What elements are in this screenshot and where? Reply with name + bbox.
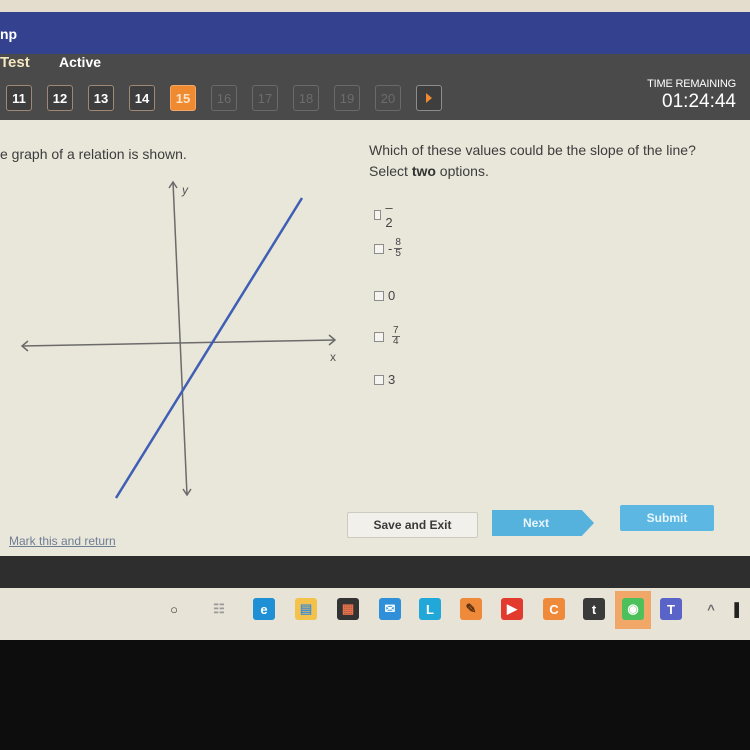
- submit-button[interactable]: Submit: [620, 505, 714, 531]
- x-axis-label: x: [330, 350, 336, 364]
- option-label: –2: [385, 200, 393, 230]
- prompt-prefix: Select: [369, 163, 412, 179]
- denominator: 5: [395, 248, 401, 259]
- option-3[interactable]: 3: [374, 372, 395, 387]
- question-navigator: 11 12 13 14 15 16 17 18 19 20: [6, 85, 457, 111]
- prompt-line-2: Select two options.: [369, 161, 696, 182]
- browser-top-strip: [0, 0, 750, 12]
- monitor-bezel: [0, 556, 750, 590]
- question-button[interactable]: 14: [129, 85, 155, 111]
- status-label: Active: [59, 54, 102, 70]
- next-button[interactable]: Next: [492, 510, 594, 536]
- checkbox[interactable]: [374, 290, 384, 301]
- brand-header: np: [0, 12, 750, 54]
- task-view-icon[interactable]: ☷: [208, 598, 230, 620]
- option-7-4[interactable]: 7 4: [374, 326, 400, 347]
- question-button[interactable]: 20: [375, 85, 401, 111]
- option-sign: -: [388, 241, 393, 256]
- prompt-suffix: options.: [435, 163, 489, 179]
- question-button[interactable]: 17: [252, 85, 278, 111]
- edge-icon[interactable]: e: [253, 598, 275, 620]
- tumblr-icon[interactable]: t: [583, 598, 605, 620]
- checkbox[interactable]: [374, 331, 384, 342]
- timer-value: 01:24:44: [662, 91, 736, 112]
- prompt-bold: two: [411, 163, 436, 179]
- checkbox[interactable]: [374, 374, 384, 385]
- time-remaining: TIME REMAINING 01:24:44: [647, 78, 736, 113]
- mark-and-return-link[interactable]: Mark this and return: [9, 534, 116, 548]
- question-stem: e graph of a relation is shown.: [0, 146, 187, 162]
- option-fraction: 8 5: [394, 238, 402, 259]
- tray-chevron-up-icon[interactable]: ^: [700, 598, 722, 620]
- question-button[interactable]: 19: [334, 85, 360, 111]
- checkbox[interactable]: [374, 210, 382, 220]
- question-button[interactable]: 16: [211, 85, 237, 111]
- question-button[interactable]: 13: [88, 85, 114, 111]
- y-axis-label: y: [181, 183, 189, 197]
- option-neg-2[interactable]: –2: [374, 200, 395, 230]
- relation-line: [114, 197, 304, 499]
- option-neg-8-5[interactable]: - 8 5: [374, 238, 402, 259]
- teams-icon[interactable]: T: [660, 598, 682, 620]
- crunchyroll-icon[interactable]: C: [543, 598, 565, 620]
- desk-background: [0, 640, 750, 750]
- prompt-line-1: Which of these values could be the slope…: [369, 142, 696, 158]
- spotify-icon[interactable]: ◉: [622, 598, 644, 620]
- next-questions-button[interactable]: [416, 85, 442, 111]
- save-and-exit-button[interactable]: Save and Exit: [347, 512, 478, 538]
- app-title: np: [0, 26, 18, 42]
- y-axis: [172, 181, 188, 496]
- cortana-icon[interactable]: ○: [163, 598, 185, 620]
- test-nav-bar: Test Active 11 12 13 14 15 16 17 18 19 2…: [0, 54, 750, 120]
- question-prompt: Which of these values could be the slope…: [369, 140, 696, 182]
- test-label: Test: [0, 54, 30, 71]
- mail-icon[interactable]: ✉: [379, 598, 401, 620]
- question-button-current[interactable]: 15: [170, 85, 196, 111]
- option-label: 0: [388, 288, 396, 303]
- option-fraction: 7 4: [392, 326, 400, 347]
- file-explorer-icon[interactable]: ▤: [295, 598, 317, 620]
- relation-graph: y x: [20, 180, 337, 499]
- sketch-app-icon[interactable]: ✎: [460, 598, 482, 620]
- store-icon[interactable]: ▦: [337, 598, 359, 620]
- youtube-icon[interactable]: ▶: [501, 598, 523, 620]
- timer-label: TIME REMAINING: [647, 78, 736, 90]
- question-button[interactable]: 11: [6, 85, 32, 111]
- question-button[interactable]: 18: [293, 85, 319, 111]
- checkbox[interactable]: [374, 243, 384, 254]
- x-axis: [21, 339, 336, 347]
- l-app-icon[interactable]: L: [419, 598, 441, 620]
- question-panel: e graph of a relation is shown. y x Whic…: [0, 120, 750, 558]
- play-arrow-icon: [426, 93, 432, 103]
- option-0[interactable]: 0: [374, 288, 395, 303]
- battery-icon[interactable]: ▌: [728, 598, 750, 620]
- windows-taskbar: ○ ☷ e ▤ ▦ ✉ L ✎ ▶ Ct ◉ T ^ ▌: [0, 588, 750, 640]
- denominator: 4: [393, 336, 399, 347]
- option-label: 3: [388, 372, 396, 387]
- question-button[interactable]: 12: [47, 85, 73, 111]
